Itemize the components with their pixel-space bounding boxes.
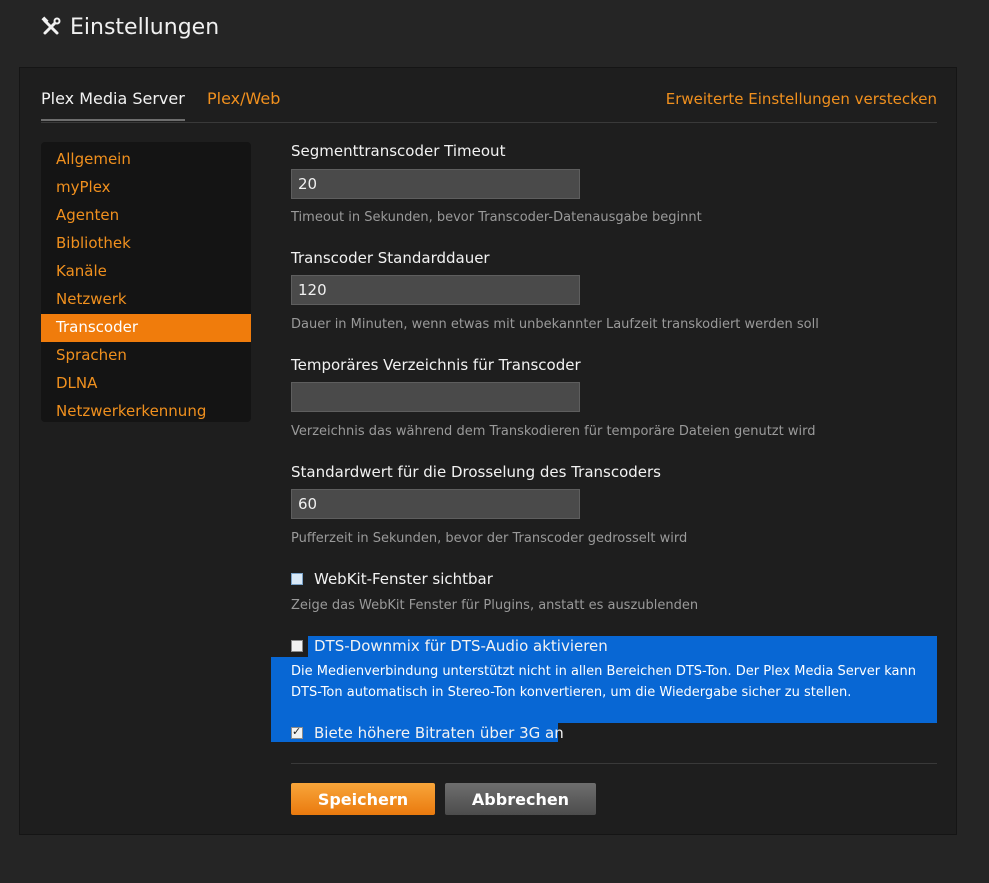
tools-icon	[41, 16, 61, 35]
dts-help: Die Medienverbindung unterstützt nicht i…	[291, 661, 921, 703]
throttle-input[interactable]	[291, 489, 580, 519]
webkit-checkbox[interactable]	[291, 573, 303, 585]
bitrate3g-label[interactable]: Biete höhere Bitraten über 3G an	[314, 724, 564, 742]
timeout-help: Timeout in Sekunden, bevor Transcoder-Da…	[291, 210, 702, 225]
tempdir-help: Verzeichnis das während dem Transkodiere…	[291, 424, 816, 439]
duration-label: Transcoder Standarddauer	[291, 249, 490, 267]
dts-help-line-1: Die Medienverbindung unterstützt nicht i…	[291, 664, 916, 679]
webkit-row: WebKit-Fenster sichtbar	[291, 568, 493, 590]
dts-label[interactable]: DTS-Downmix für DTS-Audio aktivieren	[314, 637, 608, 655]
tab-plex-web[interactable]: Plex/Web	[207, 88, 280, 121]
tab-plex-media-server[interactable]: Plex Media Server	[41, 88, 185, 121]
throttle-help: Pufferzeit in Sekunden, bevor der Transc…	[291, 531, 688, 546]
throttle-label: Standardwert für die Drosselung des Tran…	[291, 463, 661, 481]
sidebar-item-allgemein[interactable]: Allgemein	[41, 146, 251, 174]
sidebar-item-sprachen[interactable]: Sprachen	[41, 342, 251, 370]
sidebar-item-agenten[interactable]: Agenten	[41, 202, 251, 230]
duration-input[interactable]	[291, 275, 580, 305]
sidebar-item-transcoder[interactable]: Transcoder	[41, 314, 251, 342]
sidebar-item-dlna[interactable]: DLNA	[41, 370, 251, 398]
sidebar-item-netzwerk[interactable]: Netzwerk	[41, 286, 251, 314]
dts-row: DTS-Downmix für DTS-Audio aktivieren	[291, 635, 608, 657]
footer-divider	[291, 763, 937, 764]
sidebar-item-kanaele[interactable]: Kanäle	[41, 258, 251, 286]
webkit-help: Zeige das WebKit Fenster für Plugins, an…	[291, 598, 699, 613]
transcoder-settings: Segmenttranscoder Timeout Timeout in Sek…	[271, 68, 941, 836]
cancel-button[interactable]: Abbrechen	[445, 783, 596, 815]
webkit-label[interactable]: WebKit-Fenster sichtbar	[314, 570, 493, 588]
tempdir-input[interactable]	[291, 382, 580, 412]
settings-sidebar: Allgemein myPlex Agenten Bibliothek Kanä…	[41, 142, 251, 422]
settings-panel: Plex Media Server Plex/Web Erweiterte Ei…	[19, 67, 957, 835]
timeout-input[interactable]	[291, 169, 580, 199]
bitrate3g-checkbox[interactable]: ✓	[291, 725, 303, 739]
dts-help-line-2: DTS-Ton automatisch in Stereo-Ton konver…	[291, 685, 852, 700]
sidebar-item-myplex[interactable]: myPlex	[41, 174, 251, 202]
settings-page: Einstellungen Plex Media Server Plex/Web…	[0, 0, 989, 883]
page-title: Einstellungen	[70, 14, 220, 40]
save-button[interactable]: Speichern	[291, 783, 435, 815]
timeout-label: Segmenttranscoder Timeout	[291, 142, 506, 160]
checkmark-icon: ✓	[292, 725, 302, 738]
sidebar-item-bibliothek[interactable]: Bibliothek	[41, 230, 251, 258]
duration-help: Dauer in Minuten, wenn etwas mit unbekan…	[291, 317, 819, 332]
sidebar-item-netzwerkerkennung[interactable]: Netzwerkerkennung	[41, 398, 251, 426]
bitrate3g-row: ✓ Biete höhere Bitraten über 3G an	[291, 722, 564, 744]
tempdir-label: Temporäres Verzeichnis für Transcoder	[291, 356, 581, 374]
page-header: Einstellungen	[40, 12, 219, 42]
dts-checkbox[interactable]	[291, 640, 303, 652]
